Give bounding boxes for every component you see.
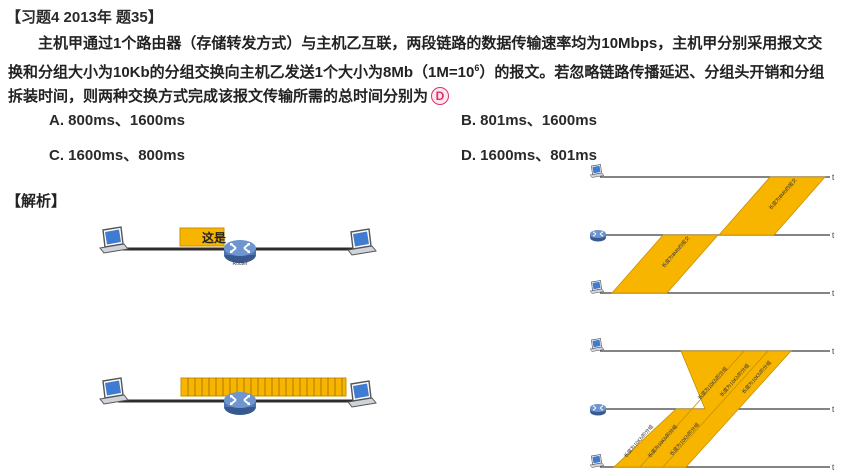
router-label: Router [232, 261, 247, 267]
router-icon [223, 239, 257, 264]
router-icon [223, 391, 257, 416]
packet-switching-timeline: 长度为10Kb的分组 长度为10Kb的分组 长度为10Kb的分组 长度为10Kb… [589, 338, 835, 472]
router-icon [589, 229, 607, 242]
host-a-laptop-icon [589, 338, 605, 352]
message-block-label: 这是 [202, 230, 227, 245]
host-a-laptop-icon [589, 164, 605, 178]
host-b-laptop-icon [589, 280, 605, 294]
packet-blocks [180, 377, 347, 397]
packet-switching-link-diagram [99, 377, 377, 416]
host-a-laptop-icon [99, 226, 129, 254]
time-axis-label: t [832, 173, 835, 182]
host-b-laptop-icon [589, 454, 605, 468]
message-switching-link-diagram: 这是 Router [99, 226, 377, 267]
message-switching-timeline: 长度为8Mb的报文 长度为8Mb的报文 t t t [589, 164, 835, 298]
time-axis-label: t [832, 289, 835, 298]
host-a-laptop-icon [99, 377, 129, 405]
time-axis-label: t [832, 463, 835, 472]
router-icon [589, 403, 607, 416]
host-b-laptop-icon [347, 228, 377, 256]
time-axis-label: t [832, 231, 835, 240]
time-axis-label: t [832, 405, 835, 414]
host-b-laptop-icon [347, 380, 377, 408]
time-axis-label: t [832, 347, 835, 356]
analysis-diagrams: 这是 Router 长度为8Mb的报文 长度为8Mb的报文 t t t 长度为1… [99, 164, 835, 472]
